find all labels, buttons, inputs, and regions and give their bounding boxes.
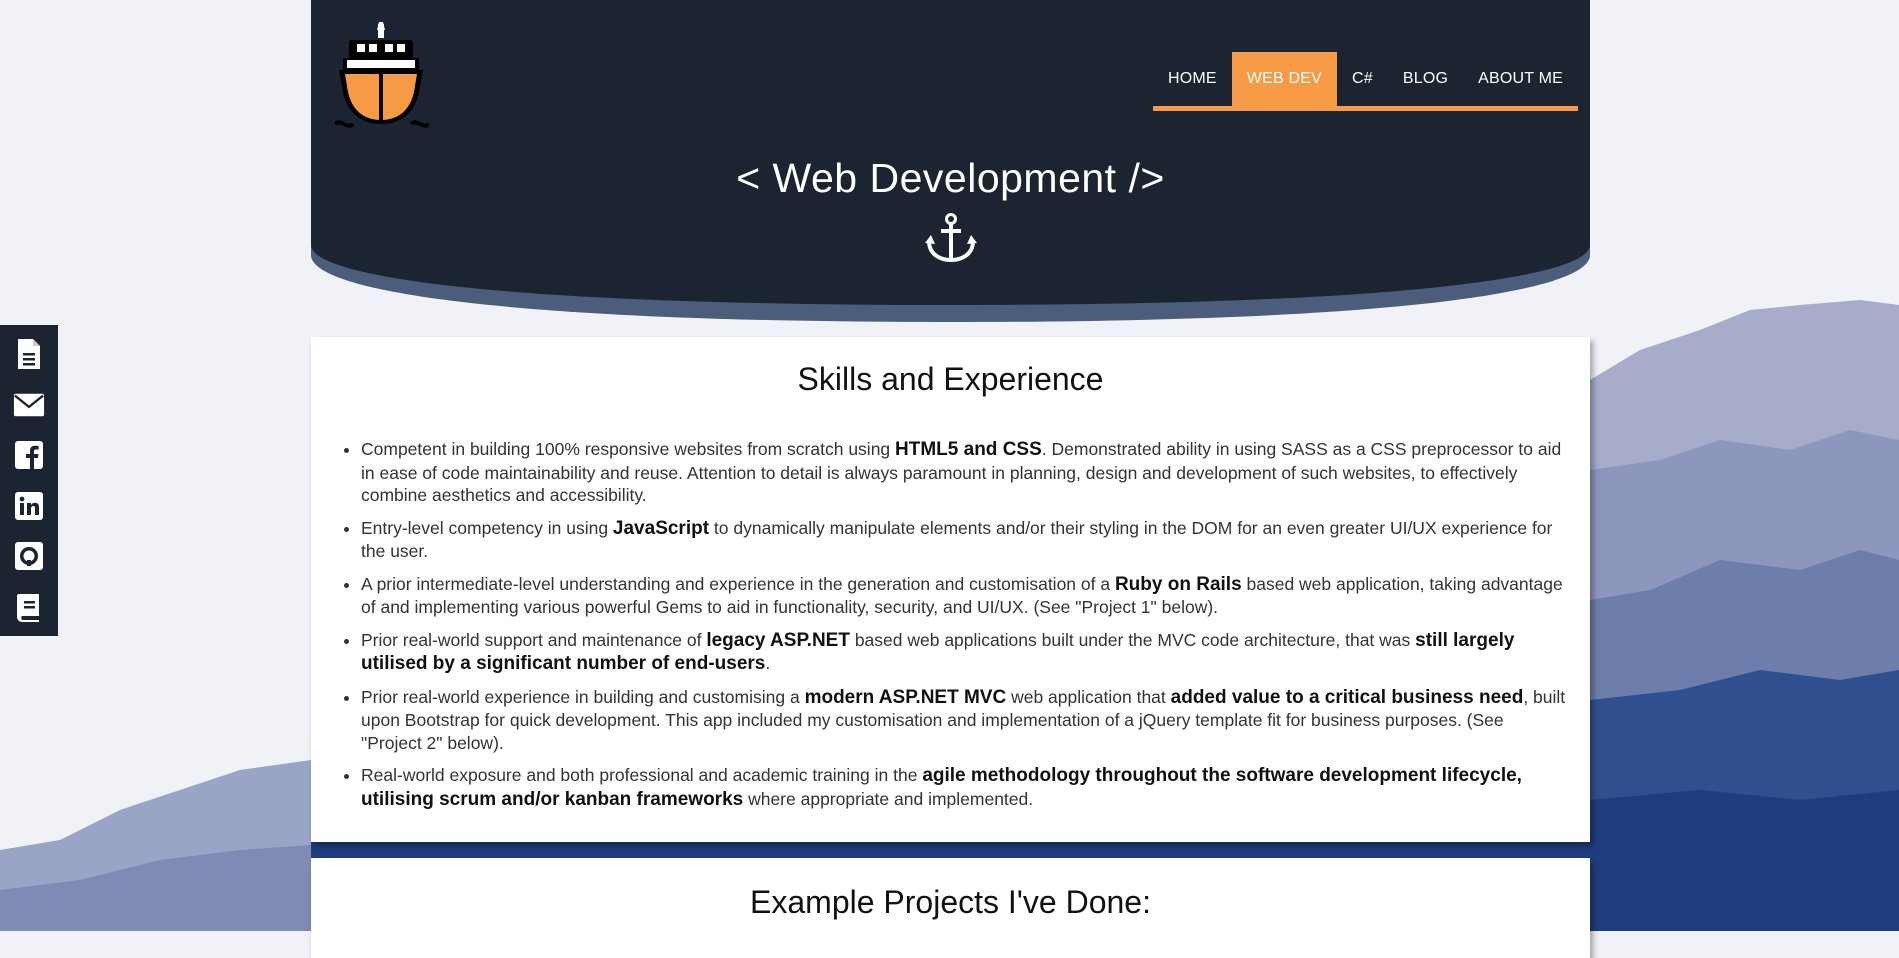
skill-emphasis: legacy ASP.NET: [706, 629, 850, 651]
skill-emphasis: HTML5 and CSS: [895, 439, 1042, 460]
skill-text: web application that: [1006, 686, 1171, 707]
skill-text: A prior intermediate-level understanding…: [361, 573, 1115, 594]
projects-heading: Example Projects I've Done:: [750, 884, 1151, 920]
github-icon[interactable]: [13, 540, 45, 572]
ship-logo[interactable]: [335, 22, 429, 132]
nav-blog[interactable]: BLOG: [1388, 52, 1463, 106]
skill-text: Prior real-world experience in building …: [361, 686, 805, 707]
skill-text: Entry-level competency in using: [361, 517, 613, 538]
skill-text: based web applications built under the M…: [849, 629, 1416, 650]
mail-icon[interactable]: [13, 389, 45, 421]
skill-item: Entry-level competency in using JavaScri…: [361, 517, 1566, 563]
anchor-icon: [925, 213, 977, 263]
site-header: HOME WEB DEV C# BLOG ABOUT ME < Web Deve…: [311, 0, 1590, 322]
nav-home[interactable]: HOME: [1153, 52, 1232, 106]
skill-text: Competent in building 100% responsive we…: [361, 439, 896, 459]
skill-item: Real-world exposure and both professiona…: [361, 764, 1566, 811]
skill-item: A prior intermediate-level understanding…: [361, 573, 1566, 619]
skills-list: Competent in building 100% responsive we…: [351, 438, 1566, 811]
skill-item: Prior real-world support and maintenance…: [361, 629, 1566, 676]
social-sidebar: [0, 325, 58, 636]
skill-item: Competent in building 100% responsive we…: [361, 438, 1566, 507]
book-icon[interactable]: [13, 591, 45, 623]
linkedin-icon[interactable]: [13, 490, 45, 522]
skill-text: Prior real-world support and maintenance…: [361, 629, 707, 650]
skill-emphasis: modern ASP.NET MVC: [804, 686, 1007, 708]
projects-card: Example Projects I've Done:: [311, 858, 1590, 958]
skill-emphasis: Ruby on Rails: [1114, 573, 1242, 595]
skill-text: where appropriate and implemented.: [743, 788, 1034, 809]
document-icon[interactable]: [13, 338, 45, 370]
nav-web-dev[interactable]: WEB DEV: [1231, 52, 1337, 106]
skill-emphasis: added value to a critical business need: [1170, 686, 1524, 708]
skill-text: .: [765, 653, 771, 673]
nav-about-me[interactable]: ABOUT ME: [1463, 52, 1578, 106]
page-title: < Web Development />: [736, 155, 1165, 201]
skill-item: Prior real-world experience in building …: [361, 686, 1566, 755]
nav-csharp[interactable]: C#: [1337, 52, 1388, 106]
skill-emphasis: JavaScript: [612, 517, 710, 539]
skill-text: Real-world exposure and both professiona…: [361, 765, 923, 785]
main-nav: HOME WEB DEV C# BLOG ABOUT ME: [1152, 52, 1578, 111]
facebook-icon[interactable]: [13, 439, 45, 471]
skills-card: Skills and Experience Competent in build…: [311, 337, 1590, 842]
skills-heading: Skills and Experience: [797, 361, 1104, 397]
